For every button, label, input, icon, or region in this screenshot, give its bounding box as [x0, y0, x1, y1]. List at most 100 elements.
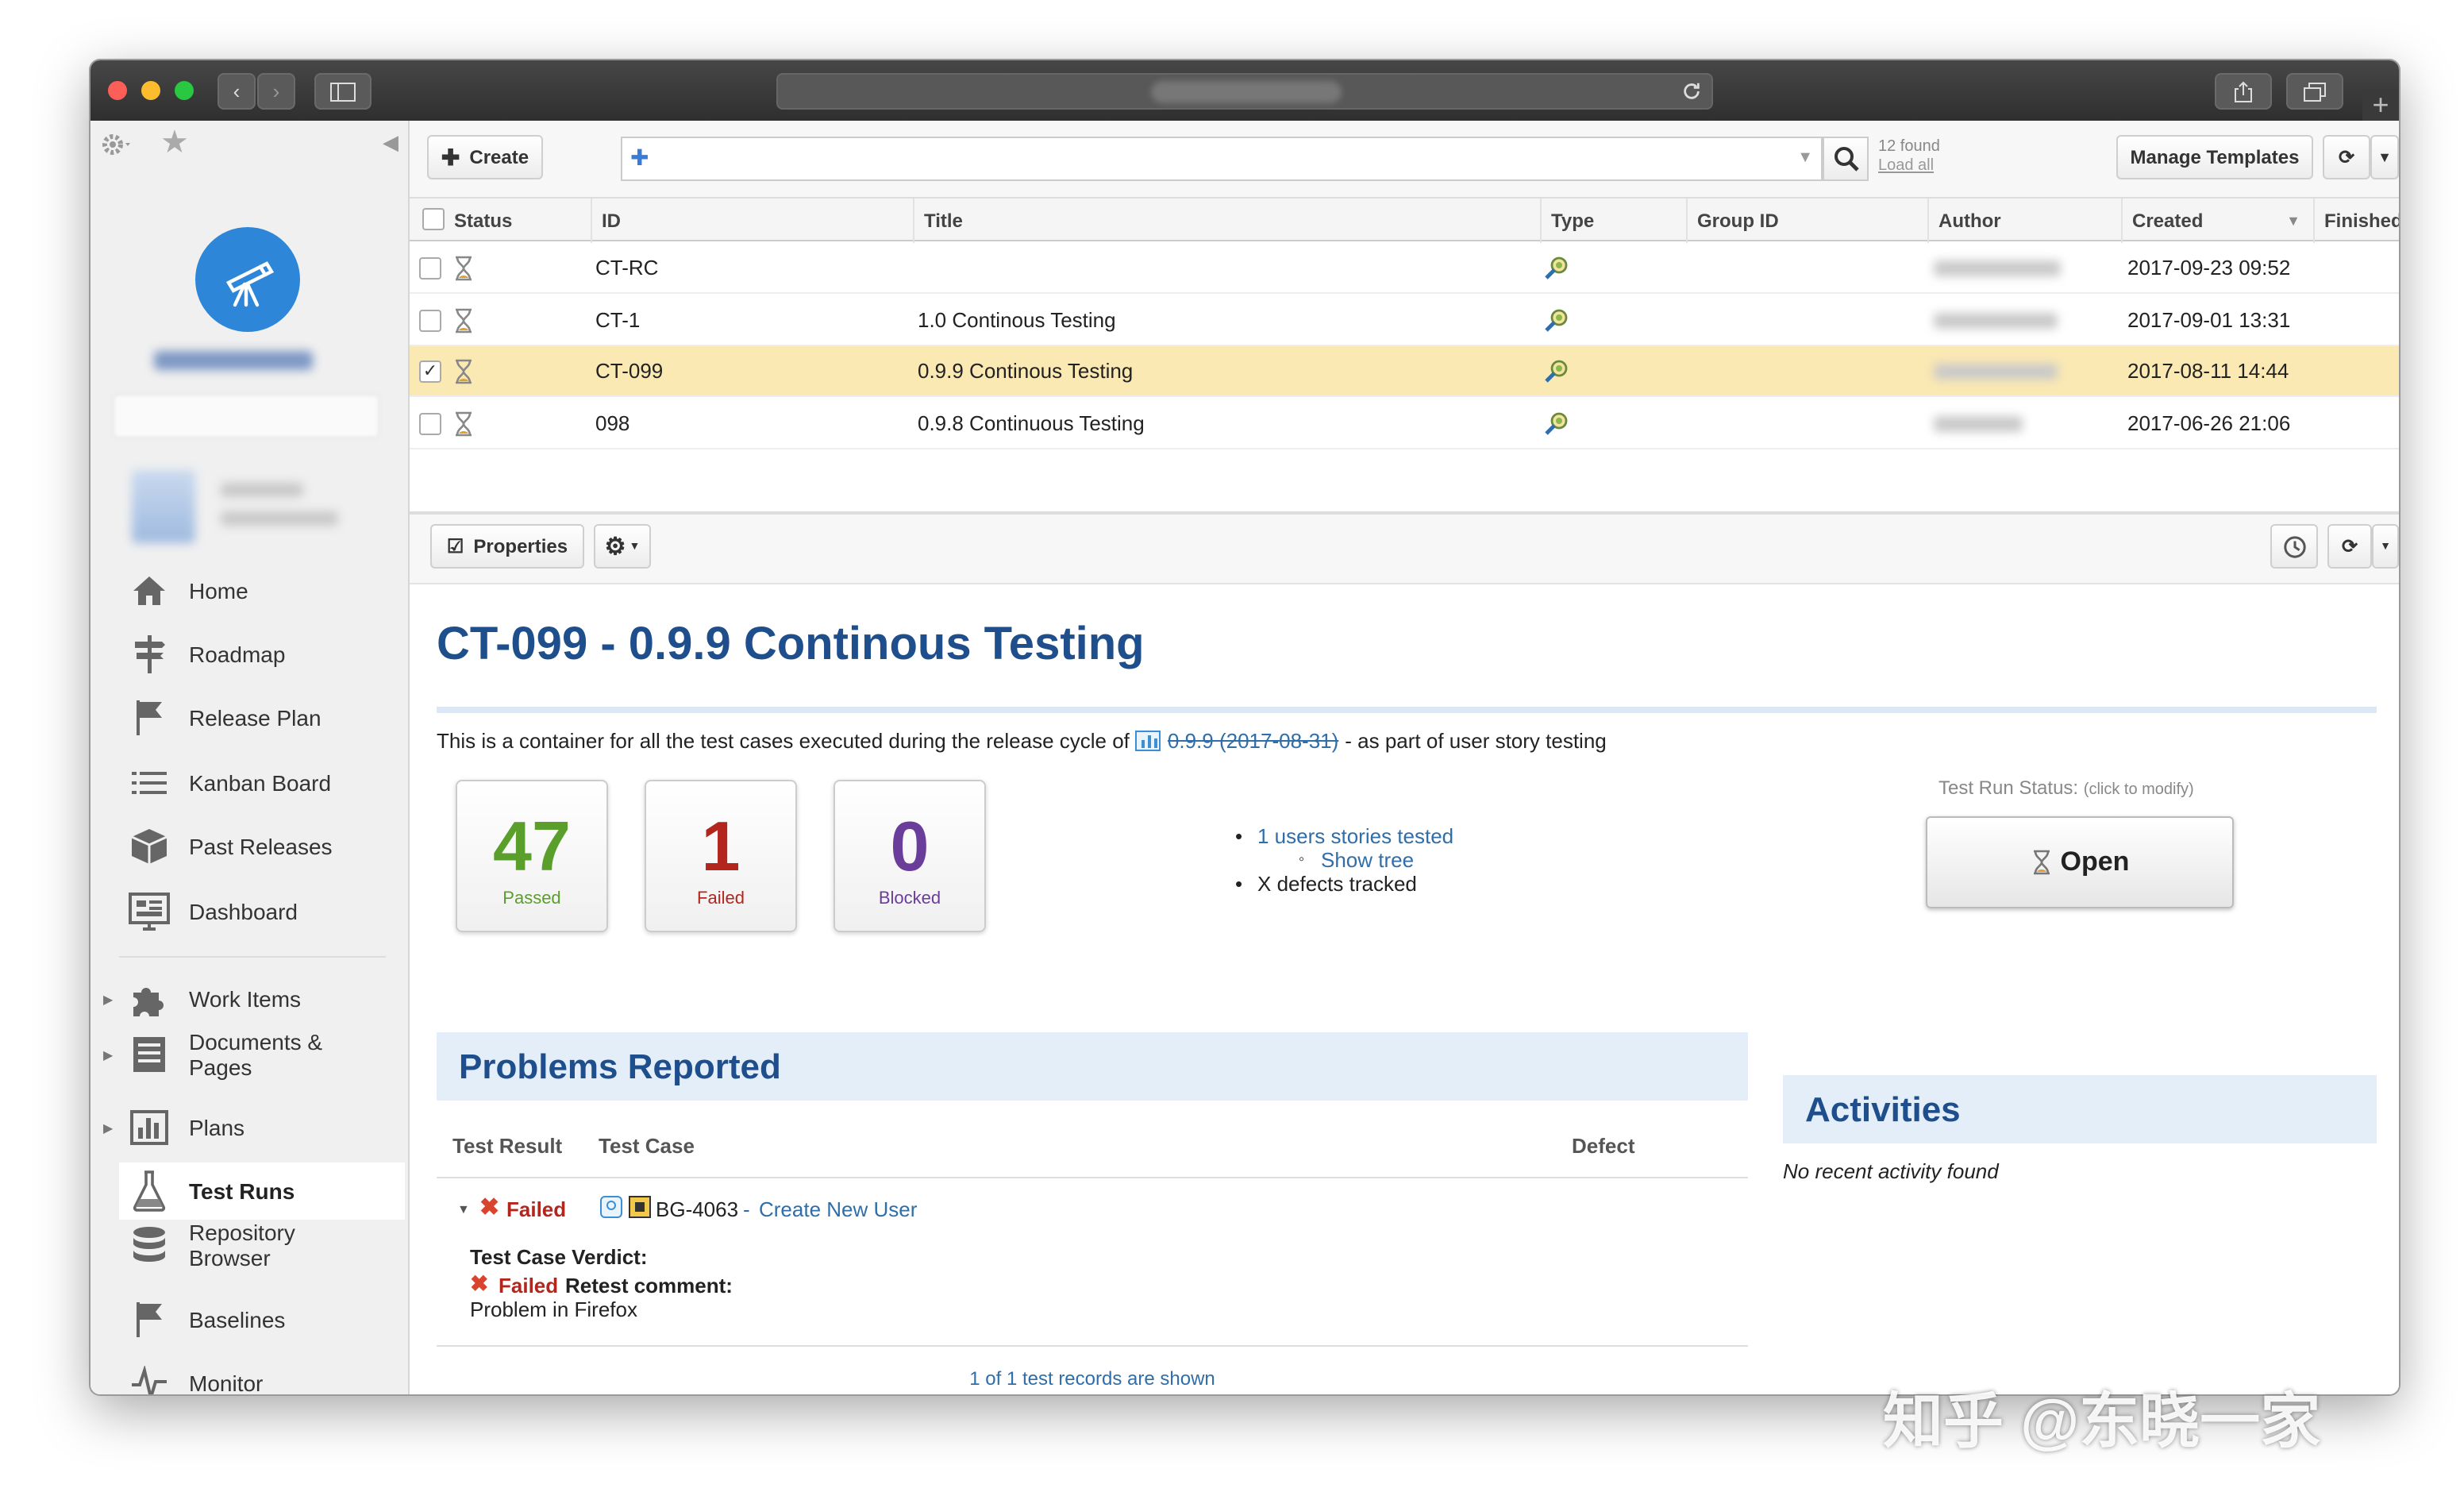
settings-button[interactable]: ⚙ ▼ — [594, 524, 651, 569]
row-created: 2017-06-26 21:06 — [2127, 411, 2291, 434]
sidebar-item-baselines[interactable]: Baselines — [119, 1291, 405, 1348]
list-icon — [125, 762, 173, 804]
forward-button[interactable]: › — [257, 73, 295, 110]
stories-tested-link[interactable]: 1 users stories tested — [1257, 824, 1453, 848]
sort-desc-icon[interactable]: ▼ — [2286, 199, 2300, 243]
blocked-count-card[interactable]: 0 Blocked — [834, 780, 986, 932]
release-link[interactable]: 0.9.9 (2017-08-31) — [1168, 729, 1338, 753]
telescope-icon — [225, 261, 275, 307]
test-case-link[interactable]: Create New User — [759, 1197, 917, 1221]
sidebar-item-work-items[interactable]: ▶ Work Items — [103, 970, 405, 1028]
select-all-checkbox[interactable] — [422, 208, 445, 230]
column-created[interactable]: Created ▼ — [2123, 199, 2315, 243]
sidebar-item-documents-pages[interactable]: ▶ Documents & Pages — [103, 1023, 405, 1086]
passed-count-card[interactable]: 47 Passed — [456, 780, 608, 932]
sidebar-item-label: Plans — [189, 1115, 245, 1140]
row-id[interactable]: CT-RC — [595, 243, 658, 294]
table-row[interactable]: 098 0.9.8 Continuous Testing 2017-06-26 21… — [410, 398, 2399, 449]
zoom-window-button[interactable] — [175, 81, 194, 100]
sidebar-item-home[interactable]: Home — [119, 562, 405, 619]
add-query-icon[interactable]: ✚ — [630, 145, 649, 172]
test-case-column: Test Case — [599, 1134, 695, 1158]
load-all-link[interactable]: Load all — [1878, 157, 1934, 175]
column-status[interactable]: Status — [445, 199, 592, 243]
table-row[interactable]: CT-1 1.0 Continous Testing 2017-09-01 13:3… — [410, 295, 2399, 345]
test-case-id[interactable]: BG-4063 — [656, 1197, 738, 1221]
manage-templates-button[interactable]: Manage Templates — [2116, 135, 2313, 179]
column-author[interactable]: Author — [1929, 199, 2123, 243]
row-id[interactable]: CT-099 — [595, 346, 663, 397]
table-row[interactable]: ✓ CT-099 0.9.9 Continous Testing 2017-08-11… — [410, 346, 2399, 397]
history-button[interactable] — [2270, 524, 2318, 569]
column-finished[interactable]: Finished — [2315, 199, 2399, 243]
refresh-options-button[interactable]: ▼ — [2370, 135, 2399, 179]
refresh-button[interactable]: ⟳ — [2323, 135, 2370, 179]
expand-arrow-icon[interactable]: ▶ — [103, 1120, 113, 1135]
clock-icon — [2283, 535, 2305, 557]
failed-icon: ✖ — [479, 1194, 500, 1221]
row-checkbox[interactable] — [419, 257, 441, 280]
detail-refresh-options-button[interactable]: ▼ — [2372, 524, 2399, 569]
sidebar-item-roadmap[interactable]: Roadmap — [119, 626, 405, 683]
grid-header: Status ID Title Type Group ID Author Cre… — [410, 197, 2399, 243]
sidebar-item-past-releases[interactable]: Past Releases — [119, 818, 405, 875]
sidebar-divider — [119, 956, 386, 958]
failed-label: Failed — [697, 889, 745, 908]
close-window-button[interactable] — [108, 81, 127, 100]
sidebar-item-test-runs[interactable]: Test Runs — [119, 1162, 405, 1220]
records-shown-link[interactable]: 1 of 1 test records are shown — [437, 1367, 1748, 1390]
share-icon[interactable] — [2215, 73, 2272, 110]
status-button[interactable]: Open — [1926, 816, 2234, 908]
sidebar-item-release-plan[interactable]: Release Plan — [119, 689, 405, 746]
column-type[interactable]: Type — [1542, 199, 1688, 243]
row-id[interactable]: CT-1 — [595, 295, 640, 345]
star-icon[interactable]: ★ — [160, 122, 189, 162]
sidebar-toggle-icon[interactable] — [314, 73, 372, 110]
refresh-icon: ⟳ — [2338, 146, 2355, 168]
sidebar-item-dashboard[interactable]: Dashboard — [119, 883, 405, 940]
search-button[interactable] — [1823, 137, 1869, 181]
sidebar-item-plans[interactable]: ▶ Plans — [103, 1099, 405, 1156]
table-row[interactable]: CT-RC 2017-09-23 09:52 — [410, 243, 2399, 294]
create-button[interactable]: ✚ Create — [427, 135, 543, 179]
sidebar-item-kanban-board[interactable]: Kanban Board — [119, 754, 405, 812]
address-bar[interactable] — [776, 73, 1713, 110]
reload-icon[interactable] — [1681, 81, 1702, 102]
row-checkbox[interactable]: ✓ — [419, 361, 441, 383]
query-input[interactable]: ✚ ▼ — [621, 137, 1823, 181]
back-button[interactable]: ‹ — [218, 73, 256, 110]
retest-comment: Problem in Firefox — [470, 1297, 637, 1321]
detail-refresh-button[interactable]: ⟳ — [2327, 524, 2372, 569]
properties-button[interactable]: ☑ Properties — [430, 524, 584, 569]
sidebar-item-monitor[interactable]: Monitor — [119, 1355, 405, 1394]
tabs-overview-icon[interactable] — [2286, 73, 2343, 110]
new-tab-button[interactable]: + — [2362, 89, 2399, 121]
dropdown-arrow-icon[interactable]: ▼ — [1797, 149, 1813, 167]
box-icon — [125, 826, 173, 867]
refresh-icon: ⟳ — [2341, 535, 2358, 557]
show-tree-link[interactable]: Show tree — [1321, 848, 1414, 872]
expand-arrow-icon[interactable]: ▶ — [103, 992, 113, 1006]
failed-count-card[interactable]: 1 Failed — [645, 780, 797, 932]
user-name — [221, 483, 303, 497]
flag-icon — [125, 697, 173, 738]
collapse-sidebar-icon[interactable]: ◀ — [383, 130, 398, 156]
expand-row-icon[interactable]: ▼ — [457, 1202, 470, 1216]
sidebar-search-input[interactable] — [113, 394, 379, 438]
expand-arrow-icon[interactable]: ▶ — [103, 1047, 113, 1062]
row-checkbox[interactable] — [419, 309, 441, 331]
chart-icon — [125, 1107, 173, 1148]
row-created: 2017-09-23 09:52 — [2127, 256, 2291, 280]
hourglass-icon — [456, 307, 472, 333]
column-title[interactable]: Title — [914, 199, 1542, 243]
sidebar-item-repository-browser[interactable]: Repository Browser — [119, 1213, 405, 1277]
column-id[interactable]: ID — [592, 199, 914, 243]
row-checkbox[interactable] — [419, 412, 441, 434]
failed-count: 1 — [701, 808, 741, 886]
minimize-window-button[interactable] — [141, 81, 160, 100]
column-group-id[interactable]: Group ID — [1688, 199, 1929, 243]
row-id[interactable]: 098 — [595, 398, 629, 449]
row-title: 0.9.8 Continuous Testing — [918, 411, 1145, 434]
gear-icon[interactable] — [100, 130, 135, 159]
main-panel: ✚ Create ✚ ▼ 12 found Load all Manage Tem… — [410, 121, 2399, 1394]
